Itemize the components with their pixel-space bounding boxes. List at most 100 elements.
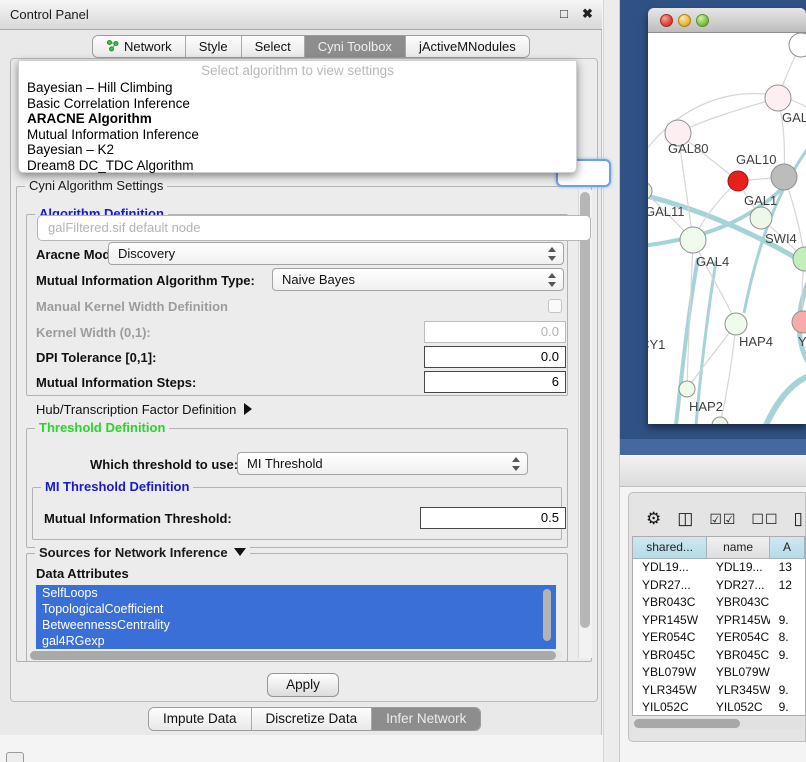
table-row[interactable]: YIL052CYIL052C9. — [633, 699, 805, 716]
table-cell: YDR27... — [633, 577, 707, 595]
network-node[interactable] — [771, 164, 797, 190]
aracne-mode-combobox[interactable]: Discovery — [108, 242, 564, 265]
table-cell: YBR045C — [633, 647, 707, 665]
table-row[interactable]: YPR145WYPR145W9. — [633, 612, 805, 630]
table-row[interactable]: YBR043CYBR043C — [633, 594, 805, 612]
scrollbar-thumb[interactable] — [580, 192, 590, 628]
attribute-list-item[interactable]: SelfLoops — [36, 585, 556, 601]
column-header-shared[interactable]: shared... — [633, 537, 707, 559]
zoom-traffic-light-icon[interactable] — [696, 14, 709, 27]
algorithm-option[interactable]: Bayesian – Hill Climbing — [19, 80, 576, 96]
apply-button[interactable]: Apply — [267, 673, 339, 697]
kernel-width-input[interactable]: 0.0 — [424, 321, 566, 343]
close-traffic-light-icon[interactable] — [660, 14, 673, 27]
network-node[interactable] — [793, 247, 806, 271]
split-pane-divider[interactable]: ◂ — [603, 0, 620, 762]
attributes-vertical-scrollbar[interactable] — [543, 589, 551, 641]
table-row[interactable]: YBL079WYBL079W — [633, 664, 805, 682]
table-row[interactable]: YER054CYER054C8. — [633, 629, 805, 647]
attribute-list-item[interactable]: TopologicalCoefficient — [36, 601, 556, 617]
gear-icon[interactable]: ⚙ — [646, 507, 662, 531]
network-window-titlebar[interactable] — [648, 8, 806, 33]
tab-impute-data[interactable]: Impute Data — [149, 708, 252, 730]
network-canvas[interactable]: GALGAL80GAL10GAL1GAL11SWI4GAL4GCY1HAP4YH… — [648, 33, 806, 424]
desktop-background — [620, 439, 806, 455]
network-selector-combobox[interactable]: galFiltered.sif default node — [37, 215, 591, 241]
close-window-icon[interactable]: ✖ — [582, 6, 593, 22]
hub-definition-toggle[interactable]: Hub/Transcription Factor Definition — [36, 402, 252, 417]
network-node[interactable] — [792, 311, 806, 333]
tab-jactivemnodules[interactable]: jActiveMNodules — [406, 36, 529, 57]
algorithm-option[interactable]: Bayesian – K2 — [19, 142, 576, 158]
network-edge[interactable] — [678, 98, 778, 133]
mi-threshold-input[interactable]: 0.5 — [420, 507, 566, 529]
tab-discretize-data[interactable]: Discretize Data — [252, 708, 373, 730]
table-row[interactable]: YDR27...YDR27...12 — [633, 577, 805, 595]
network-node[interactable] — [725, 313, 747, 335]
table-header-row: shared...nameA — [633, 537, 805, 559]
network-edge[interactable] — [693, 240, 736, 324]
table-horizontal-scrollbar[interactable] — [633, 718, 805, 729]
dpi-tolerance-input[interactable]: 0.0 — [424, 346, 566, 368]
table-cell: YPR145W — [633, 612, 707, 630]
show-columns-icon[interactable]: ☑☑ — [709, 507, 736, 531]
attribute-list-item[interactable]: BetweennessCentrality — [36, 617, 556, 633]
attribute-list-item[interactable]: gal4RGexp — [36, 633, 556, 649]
tab-network[interactable]: Network — [93, 36, 186, 57]
columns-icon[interactable]: ◫ — [677, 507, 694, 531]
mi-steps-input[interactable]: 6 — [424, 371, 566, 393]
table-panel-titlebar: Table Panel — [620, 455, 806, 487]
scrollbar-thumb[interactable] — [30, 651, 556, 660]
collapse-arrow-icon — [234, 548, 246, 556]
network-node[interactable] — [712, 417, 728, 424]
table-cell: YDL19... — [633, 559, 707, 577]
table-row[interactable]: YLR345WYLR345W9. — [633, 682, 805, 700]
data-attributes-list[interactable]: SelfLoopsTopologicalCoefficientBetweenne… — [36, 585, 556, 649]
mi-type-combobox[interactable]: Naive Bayes — [272, 268, 564, 291]
minimized-panel-icon[interactable] — [6, 752, 24, 762]
table-row[interactable]: YDL19...YDL19...13 — [633, 559, 805, 577]
control-panel-window: Control Panel □ ✖ NetworkStyleSelectCyni… — [0, 0, 602, 735]
manual-kernel-checkbox[interactable] — [548, 299, 562, 313]
minimize-traffic-light-icon[interactable] — [678, 14, 691, 27]
algorithm-option[interactable]: Mutual Information Inference — [19, 127, 576, 143]
algorithm-option[interactable]: ARACNE Algorithm — [19, 111, 576, 127]
table-cell: YBL079W — [707, 664, 770, 682]
new-table-icon[interactable]: ▯ — [794, 507, 804, 531]
table-cell: YIL052C — [633, 699, 707, 716]
network-node[interactable] — [728, 171, 748, 191]
column-header-name[interactable]: name — [707, 537, 770, 559]
network-node[interactable] — [765, 85, 791, 111]
table-cell: 9. — [770, 682, 805, 700]
network-node[interactable] — [750, 207, 772, 229]
tab-style[interactable]: Style — [186, 36, 242, 57]
network-node[interactable] — [680, 227, 706, 253]
attributes-horizontal-scrollbar[interactable] — [30, 651, 562, 660]
combo-stepper-icon — [547, 273, 556, 287]
network-node[interactable] — [789, 33, 806, 57]
network-node[interactable] — [679, 381, 695, 397]
network-edge[interactable] — [766, 375, 806, 424]
node-label-hap4: HAP4 — [739, 334, 773, 349]
hide-columns-icon[interactable]: ☐☐ — [751, 507, 778, 531]
node-table[interactable]: shared...nameAYDL19...YDL19...13YDR27...… — [632, 536, 806, 716]
column-header-A[interactable]: A — [770, 537, 805, 559]
sources-title[interactable]: Sources for Network Inference — [35, 545, 250, 560]
application-root: Control Panel □ ✖ NetworkStyleSelectCyni… — [0, 0, 806, 762]
float-window-icon[interactable]: □ — [560, 6, 568, 21]
table-cell: YPR145W — [707, 612, 770, 630]
table-row[interactable]: YBR045CYBR045C9. — [633, 647, 805, 665]
node-label-gal11: GAL11 — [648, 204, 685, 219]
algorithm-option[interactable]: Dream8 DC_TDC Algorithm — [19, 158, 576, 174]
table-cell: YBR043C — [707, 594, 770, 612]
tab-select[interactable]: Select — [242, 36, 305, 57]
network-view-window[interactable]: GALGAL80GAL10GAL1GAL11SWI4GAL4GCY1HAP4YH… — [648, 8, 806, 424]
hub-definition-label: Hub/Transcription Factor Definition — [36, 402, 236, 417]
scrollbar-thumb[interactable] — [634, 719, 740, 728]
tab-cyni-toolbox[interactable]: Cyni Toolbox — [305, 36, 406, 57]
which-threshold-combobox[interactable]: MI Threshold — [237, 452, 528, 475]
tab-infer-network[interactable]: Infer Network — [372, 708, 480, 730]
algorithm-option[interactable]: Basic Correlation Inference — [19, 96, 576, 112]
tab-label: Network — [124, 39, 172, 54]
expand-arrow-icon — [244, 403, 252, 415]
